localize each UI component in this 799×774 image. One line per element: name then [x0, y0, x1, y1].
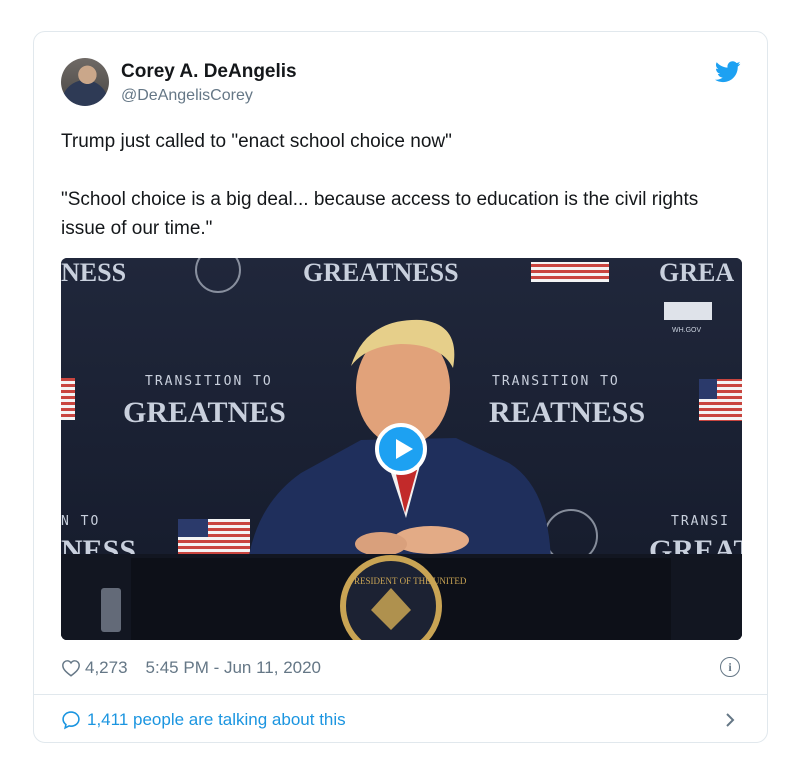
author-handle[interactable]: @DeAngelisCorey: [121, 87, 253, 105]
seal-text: PRESIDENT OF THE UNITED: [349, 576, 467, 586]
twitter-bird-icon[interactable]: [715, 61, 741, 83]
backdrop-text-greatness-left: GREATNES: [123, 396, 286, 429]
backdrop-text-greatness-right: REATNESS: [489, 396, 645, 429]
chevron-right-icon[interactable]: [724, 711, 736, 729]
play-icon[interactable]: [375, 423, 427, 475]
backdrop-text-n-to: N TO: [61, 514, 100, 529]
comment-bubble-icon: [62, 711, 80, 730]
like-count[interactable]: 4,273: [85, 658, 128, 678]
backdrop-text-transi: TRANSI: [671, 514, 730, 529]
backdrop-text-whgov: WH.GOV: [672, 327, 701, 334]
talking-text: 1,411 people are talking about this: [87, 710, 346, 729]
tweet-card: Corey A. DeAngelis @DeAngelisCorey Trump…: [33, 31, 768, 743]
author-name[interactable]: Corey A. DeAngelis: [121, 61, 297, 83]
backdrop-text-transition-left: TRANSITION TO: [145, 374, 273, 389]
heart-icon[interactable]: [61, 659, 81, 677]
divider: [34, 694, 767, 695]
backdrop-text-grea-top: GREA: [659, 258, 734, 287]
info-icon[interactable]: i: [720, 657, 740, 677]
backdrop-text-ness-top: NESS: [61, 258, 126, 287]
tweet-timestamp[interactable]: 5:45 PM - Jun 11, 2020: [146, 658, 321, 678]
backdrop-text-transition-right: TRANSITION TO: [492, 374, 620, 389]
talking-link[interactable]: 1,411 people are talking about this: [61, 710, 346, 730]
tweet-video[interactable]: NESS GREATNESS GREA WH.GOV TRANSITION TO…: [61, 258, 742, 640]
tweet-meta: 4,273 5:45 PM - Jun 11, 2020: [61, 658, 321, 678]
backdrop-text-greatness-top: GREATNESS: [303, 258, 459, 287]
tweet-text: Trump just called to "enact school choic…: [61, 131, 699, 239]
avatar[interactable]: [61, 58, 109, 106]
